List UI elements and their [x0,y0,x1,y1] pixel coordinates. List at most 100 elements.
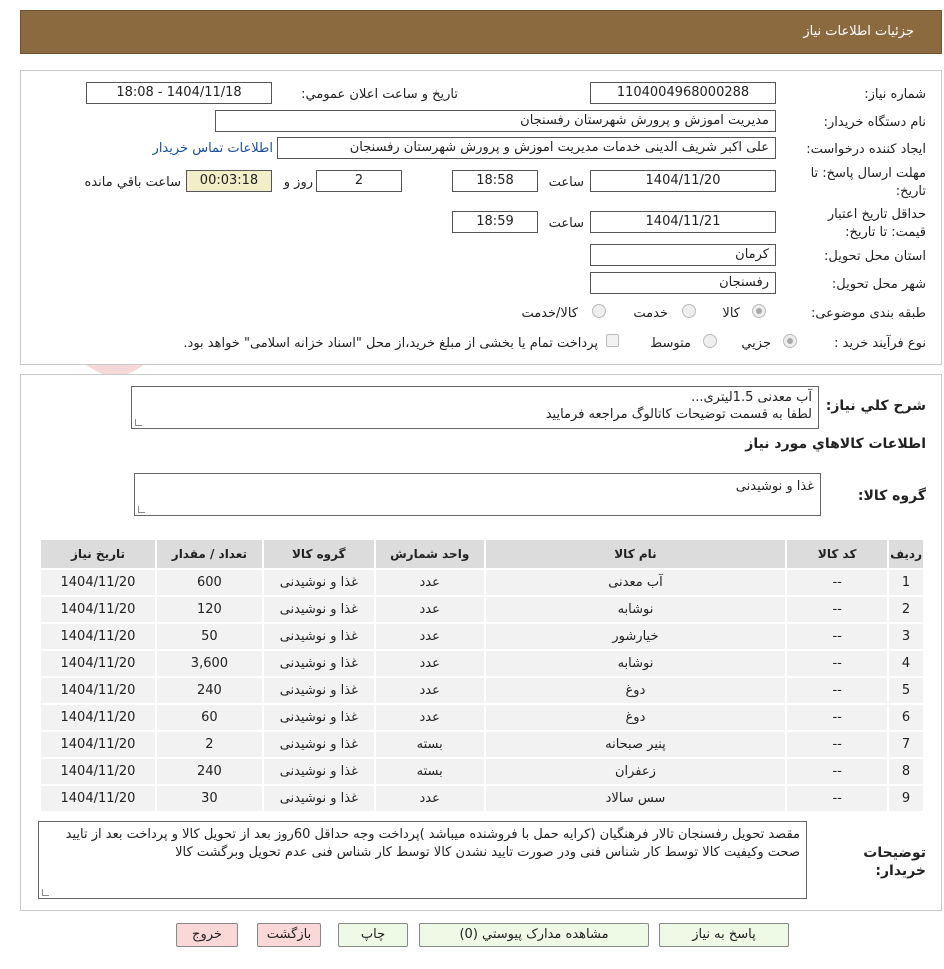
item-name-cell: زعفران [483,757,788,786]
item-code-cell: -- [785,622,890,651]
item-code-cell: -- [785,757,890,786]
item-group-cell: غذا و نوشیدنی [261,595,376,624]
table-row: 5 -- دوغ عدد غذا و نوشیدنی 240 1404/11/20 [39,676,925,705]
process-minor-radio[interactable] [783,334,797,348]
treasury-payment-checkbox[interactable] [606,334,619,347]
quantity-cell: 30 [154,784,264,813]
item-code-cell: -- [785,784,890,813]
process-medium-label: متوسط [650,336,691,351]
table-row: 9 -- سس سالاد عدد غذا و نوشیدنی 30 1404/11/20 [39,784,925,813]
unit-cell: عدد [373,703,486,732]
col-qty-header: تعداد / مقدار [154,538,264,570]
quantity-cell: 60 [154,703,264,732]
summary-textarea[interactable]: آب معدنی 1.5لیتری... لطفا به قسمت توضیحا… [131,386,819,429]
buyer-contact-link[interactable]: اطلاعات تماس خريدار [153,141,273,156]
item-group-cell: غذا و نوشیدنی [261,649,376,678]
remaining-time-label: ساعت باقي مانده [84,175,181,190]
col-group-header: گروه کالا [261,538,376,570]
item-group-cell: غذا و نوشیدنی [261,730,376,759]
unit-cell: عدد [373,568,486,597]
item-name-cell: آب معدنی [483,568,788,597]
quantity-cell: 2 [154,730,264,759]
table-header-row: رديف کد کالا نام کالا واحد شمارش گروه کا… [39,538,925,570]
item-name-cell: دوغ [483,676,788,705]
buyer-notes-textarea[interactable]: مقصد تحویل رفسنجان تالار فرهنگیان (کرایه… [38,821,807,899]
table-row: 4 -- نوشابه عدد غذا و نوشیدنی 3,600 1404/11/20 [39,649,925,678]
announce-datetime-field: 1404/11/18 - 18:08 [86,82,272,104]
quantity-cell: 240 [154,757,264,786]
process-medium-radio[interactable] [703,334,717,348]
summary-line-2: لطفا به قسمت توضیحات کاتالوگ مراجعه فرما… [545,407,812,422]
remaining-time-field: 00:03:18 [186,170,272,192]
goods-info-title: اطلاعات کالاهاي مورد نياز [745,436,926,452]
item-group-cell: غذا و نوشیدنی [261,757,376,786]
need-date-cell: 1404/11/20 [39,757,157,786]
unit-cell: بسته [373,757,486,786]
table-row: 8 -- زعفران بسته غذا و نوشیدنی 240 1404/11/20 [39,757,925,786]
row-number-cell: 3 [887,622,925,651]
summary-title: شرح کلي نياز: [825,398,926,414]
page-title: جزئیات اطلاعات نیاز [803,24,914,39]
validity-label: حداقل تاريخ اعتبار [827,207,926,222]
row-number-cell: 6 [887,703,925,732]
validity-time-label: ساعت [548,216,584,231]
unit-cell: عدد [373,649,486,678]
item-group-cell: غذا و نوشیدنی [261,703,376,732]
creator-label: ايجاد کننده درخواست: [806,142,926,157]
days-label: روز و [283,175,313,190]
unit-cell: عدد [373,784,486,813]
category-service-radio[interactable] [682,304,696,318]
process-label: نوع فرآيند خريد : [834,336,926,351]
need-date-cell: 1404/11/20 [39,622,157,651]
validity-time-field: 18:59 [452,211,538,233]
creator-field: علی اکبر شریف الدینی خدمات مدیریت اموزش … [277,137,776,159]
exit-button[interactable]: خروج [176,923,238,947]
item-code-cell: -- [785,730,890,759]
reply-time-field: 18:58 [452,170,538,192]
city-label: شهر محل تحويل: [831,277,926,292]
unit-cell: عدد [373,622,486,651]
item-code-cell: -- [785,676,890,705]
col-unit-header: واحد شمارش [373,538,486,570]
resize-handle-icon[interactable] [138,506,145,513]
province-field: کرمان [590,244,776,266]
resize-handle-icon[interactable] [42,889,49,896]
item-code-cell: -- [785,568,890,597]
print-button[interactable]: چاپ [338,923,408,947]
buyer-notes-text: مقصد تحویل رفسنجان تالار فرهنگیان (کرایه… [65,827,800,860]
goods-group-value: غذا و نوشیدنی [735,479,814,494]
need-date-cell: 1404/11/20 [39,703,157,732]
item-name-cell: دوغ [483,703,788,732]
col-row-header: رديف [887,538,925,570]
reply-date-field: 1404/11/20 [590,170,776,192]
buyer-notes-label-2: خريدار: [875,863,926,879]
table-row: 6 -- دوغ عدد غذا و نوشیدنی 60 1404/11/20 [39,703,925,732]
row-number-cell: 9 [887,784,925,813]
category-goods-service-radio[interactable] [592,304,606,318]
item-name-cell: نوشابه [483,649,788,678]
reply-deadline-label: مهلت ارسال پاسخ: تا [810,166,926,181]
view-attachments-button[interactable]: مشاهده مدارک پيوستي (0) [419,923,649,947]
back-button[interactable]: بازگشت [257,923,321,947]
goods-group-textarea[interactable]: غذا و نوشیدنی [134,473,821,516]
reply-button[interactable]: پاسخ به نياز [659,923,789,947]
item-name-cell: سس سالاد [483,784,788,813]
col-date-header: تاريخ نياز [39,538,157,570]
need-number-field: 1104004968000288 [590,82,776,104]
need-date-cell: 1404/11/20 [39,676,157,705]
goods-group-label: گروه کالا: [857,488,926,504]
quantity-cell: 600 [154,568,264,597]
row-number-cell: 7 [887,730,925,759]
city-field: رفسنجان [590,272,776,294]
validity-label-2: قيمت: تا تاريخ: [845,225,926,240]
item-name-cell: نوشابه [483,595,788,624]
quantity-cell: 3,600 [154,649,264,678]
resize-handle-icon[interactable] [135,419,142,426]
table-row: 7 -- پنیر صبحانه بسته غذا و نوشیدنی 2 1404/11/… [39,730,925,759]
need-number-label: شماره نیاز: [864,87,926,102]
buyer-notes-label: توضيحات [863,845,926,861]
category-goods-radio[interactable] [752,304,766,318]
quantity-cell: 240 [154,676,264,705]
need-date-cell: 1404/11/20 [39,568,157,597]
buyer-org-field: مدیریت اموزش و پرورش شهرستان رفسنجان [215,110,776,132]
